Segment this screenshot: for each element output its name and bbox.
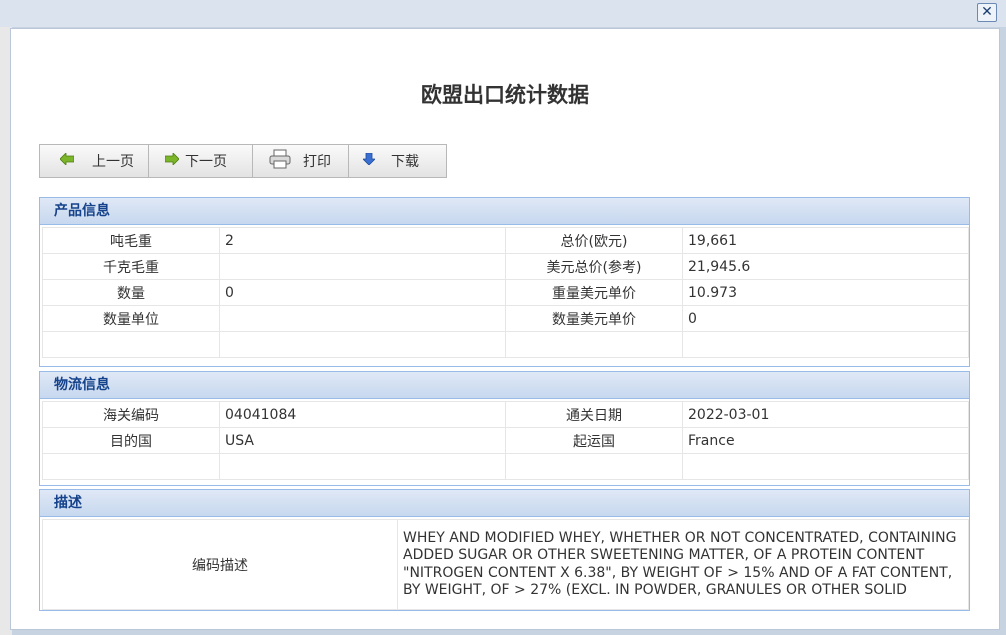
prev-page-label: 上一页	[92, 154, 134, 170]
print-label: 打印	[303, 154, 331, 170]
empty-cell	[42, 453, 220, 480]
arrow-down-icon	[362, 152, 376, 169]
field-label: 吨毛重	[42, 227, 220, 254]
logistics-info-section: 物流信息 海关编码 04041084 通关日期 2022-03-01 目的国 U…	[39, 371, 970, 486]
section-header: 产品信息	[40, 198, 969, 225]
table-row: 编码描述 WHEY AND MODIFIED WHEY, WHETHER OR …	[42, 519, 969, 610]
field-value: 0	[219, 279, 506, 306]
product-info-table: 吨毛重 2 总价(欧元) 19,661 千克毛重 美元总价(参考) 21,945…	[42, 227, 969, 358]
field-value: 2	[219, 227, 506, 254]
field-label: 数量单位	[42, 305, 220, 332]
field-label: 千克毛重	[42, 253, 220, 280]
arrow-right-icon	[164, 152, 180, 169]
table-row: 海关编码 04041084 通关日期 2022-03-01	[42, 401, 969, 428]
empty-cell	[219, 453, 506, 480]
field-label: 美元总价(参考)	[505, 253, 683, 280]
empty-cell	[219, 331, 506, 358]
field-value: 04041084	[219, 401, 506, 428]
description-table: 编码描述 WHEY AND MODIFIED WHEY, WHETHER OR …	[42, 519, 969, 610]
field-value: France	[682, 427, 969, 454]
page-title: 欧盟出口统计数据	[421, 83, 589, 107]
empty-cell	[682, 453, 969, 480]
field-value	[219, 305, 506, 332]
table-row: 数量单位 数量美元单价 0	[42, 305, 969, 332]
empty-cell	[682, 331, 969, 358]
logistics-info-table: 海关编码 04041084 通关日期 2022-03-01 目的国 USA 起运…	[42, 401, 969, 480]
field-value: USA	[219, 427, 506, 454]
field-label: 编码描述	[42, 519, 398, 610]
download-label: 下载	[391, 154, 419, 170]
printer-icon	[269, 149, 291, 173]
table-row-empty	[42, 331, 969, 358]
field-label: 通关日期	[505, 401, 683, 428]
field-value	[219, 253, 506, 280]
window-titlebar	[0, 0, 1006, 27]
field-value: 2022-03-01	[682, 401, 969, 428]
table-row-empty	[42, 453, 969, 480]
toolbar: 上一页 下一页 打印 下载	[39, 144, 447, 178]
print-button[interactable]: 打印	[253, 145, 349, 177]
field-label: 数量美元单价	[505, 305, 683, 332]
empty-cell	[505, 453, 683, 480]
field-label: 数量	[42, 279, 220, 306]
table-row: 千克毛重 美元总价(参考) 21,945.6	[42, 253, 969, 280]
close-button[interactable]: ✕	[977, 3, 997, 22]
section-header: 物流信息	[40, 372, 969, 399]
field-label: 海关编码	[42, 401, 220, 428]
field-value: 21,945.6	[682, 253, 969, 280]
field-value: 19,661	[682, 227, 969, 254]
field-label: 起运国	[505, 427, 683, 454]
field-label: 目的国	[42, 427, 220, 454]
table-row: 数量 0 重量美元单价 10.973	[42, 279, 969, 306]
next-page-button[interactable]: 下一页	[149, 145, 253, 177]
section-header: 描述	[40, 490, 969, 517]
description-text: WHEY AND MODIFIED WHEY, WHETHER OR NOT C…	[397, 519, 969, 610]
field-label: 重量美元单价	[505, 279, 683, 306]
product-info-section: 产品信息 吨毛重 2 总价(欧元) 19,661 千克毛重 美元总价(参考) 2…	[39, 197, 970, 367]
download-button[interactable]: 下载	[349, 145, 446, 177]
arrow-left-icon	[59, 152, 75, 169]
next-page-label: 下一页	[185, 154, 227, 170]
field-value: 10.973	[682, 279, 969, 306]
empty-cell	[505, 331, 683, 358]
table-row: 目的国 USA 起运国 France	[42, 427, 969, 454]
description-section: 描述 编码描述 WHEY AND MODIFIED WHEY, WHETHER …	[39, 489, 970, 611]
prev-page-button[interactable]: 上一页	[40, 145, 149, 177]
empty-cell	[42, 331, 220, 358]
table-row: 吨毛重 2 总价(欧元) 19,661	[42, 227, 969, 254]
dialog: 欧盟出口统计数据 上一页 下一页 打印 下载 产品信息 吨毛重 2 总价(欧元)…	[10, 28, 1000, 630]
field-label: 总价(欧元)	[505, 227, 683, 254]
field-value: 0	[682, 305, 969, 332]
